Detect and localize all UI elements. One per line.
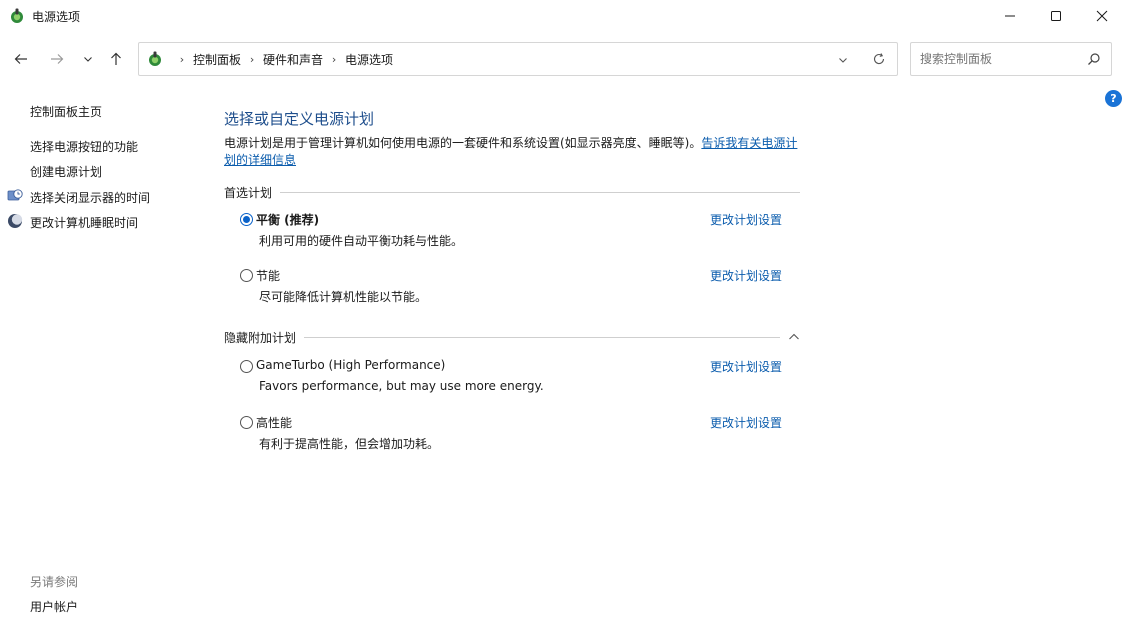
chevron-right-icon: ›: [179, 52, 185, 66]
breadcrumb-power-options[interactable]: 电源选项: [345, 51, 393, 68]
change-plan-settings-link-high-performance[interactable]: 更改计划设置: [710, 414, 782, 431]
address-dropdown-button[interactable]: [835, 52, 851, 68]
description-text: 电源计划是用于管理计算机如何使用电源的一套硬件和系统设置(如显示器亮度、睡眠等)…: [224, 136, 702, 150]
sidebar-link-display-off-time[interactable]: 选择关闭显示器的时间: [30, 189, 150, 206]
plan-radio-high-performance[interactable]: [240, 416, 253, 429]
plan-name-power-saver[interactable]: 节能: [256, 267, 280, 284]
chevron-right-icon[interactable]: ›: [323, 53, 345, 66]
breadcrumb: › 控制面板 › 硬件和声音 › 电源选项: [171, 43, 393, 75]
sleep-moon-icon: [8, 214, 23, 228]
chevron-down-icon: [84, 57, 92, 62]
plan-radio-balanced[interactable]: [240, 213, 253, 226]
maximize-button[interactable]: [1033, 0, 1079, 32]
plan-description-balanced: 利用可用的硬件自动平衡功耗与性能。: [259, 234, 464, 248]
chevron-right-icon[interactable]: ›: [241, 53, 263, 66]
minimize-icon: [1005, 15, 1015, 17]
hidden-plans-label[interactable]: 隐藏附加计划: [224, 329, 304, 346]
arrow-up-icon: [111, 52, 121, 65]
search-box[interactable]: [910, 42, 1112, 76]
sidebar-link-power-buttons[interactable]: 选择电源按钮的功能: [30, 138, 138, 155]
plan-name-balanced[interactable]: 平衡 (推荐): [256, 211, 319, 228]
sidebar-link-create-plan[interactable]: 创建电源计划: [30, 163, 102, 180]
search-input[interactable]: [920, 52, 1080, 66]
up-button[interactable]: [104, 48, 128, 70]
breadcrumb-hardware-and-sound[interactable]: 硬件和声音: [263, 51, 323, 68]
plan-name-gameturbo[interactable]: GameTurbo (High Performance): [256, 358, 445, 372]
divider: [304, 336, 780, 338]
forward-button[interactable]: [45, 48, 69, 70]
close-icon: [1096, 10, 1108, 22]
refresh-button[interactable]: [871, 51, 887, 67]
chevron-up-icon[interactable]: [780, 332, 800, 342]
sidebar-link-sleep-time[interactable]: 更改计算机睡眠时间: [30, 214, 138, 231]
see-also-heading: 另请参阅: [30, 575, 79, 589]
arrow-left-icon: [14, 54, 27, 64]
plan-description-gameturbo: Favors performance, but may use more ene…: [259, 379, 544, 393]
plan-description-power-saver: 尽可能降低计算机性能以节能。: [259, 290, 428, 304]
divider: [280, 191, 800, 193]
refresh-icon: [873, 53, 885, 65]
plan-name-high-performance[interactable]: 高性能: [256, 414, 292, 431]
chevron-down-icon: [839, 58, 847, 63]
address-bar[interactable]: › 控制面板 › 硬件和声音 › 电源选项: [138, 42, 898, 76]
preferred-plans-header: 首选计划: [224, 185, 800, 200]
help-icon[interactable]: ?: [1105, 90, 1122, 107]
breadcrumb-control-panel[interactable]: 控制面板: [193, 51, 241, 68]
sidebar-link-user-accounts[interactable]: 用户帐户: [30, 598, 78, 615]
navigation-bar: › 控制面板 › 硬件和声音 › 电源选项: [0, 32, 1125, 86]
preferred-plans-label: 首选计划: [224, 185, 273, 200]
close-button[interactable]: [1079, 0, 1125, 32]
minimize-button[interactable]: [987, 0, 1033, 32]
sidebar-link-control-panel-home[interactable]: 控制面板主页: [30, 103, 102, 120]
page-title: 选择或自定义电源计划: [224, 110, 375, 128]
sidebar: 控制面板主页 选择电源按钮的功能 创建电源计划 选择关闭显示器的时间 更改计算机…: [0, 86, 210, 632]
plan-radio-gameturbo[interactable]: [240, 360, 253, 373]
recent-locations-button[interactable]: [76, 48, 100, 70]
change-plan-settings-link-balanced[interactable]: 更改计划设置: [710, 211, 782, 228]
search-icon[interactable]: [1087, 52, 1101, 66]
page-description: 电源计划是用于管理计算机如何使用电源的一套硬件和系统设置(如显示器亮度、睡眠等)…: [224, 135, 804, 169]
power-options-location-icon: [149, 51, 161, 66]
title-bar: 电源选项: [0, 0, 1125, 32]
back-button[interactable]: [9, 48, 33, 70]
plan-description-high-performance: 有利于提高性能，但会增加功耗。: [259, 437, 440, 451]
plan-radio-power-saver[interactable]: [240, 269, 253, 282]
arrow-right-icon: [51, 54, 64, 64]
display-clock-icon: [7, 189, 23, 201]
change-plan-settings-link-gameturbo[interactable]: 更改计划设置: [710, 358, 782, 375]
maximize-icon: [1051, 11, 1061, 21]
change-plan-settings-link-power-saver[interactable]: 更改计划设置: [710, 267, 782, 284]
window-title: 电源选项: [32, 10, 81, 24]
hidden-plans-header[interactable]: 隐藏附加计划: [224, 329, 800, 346]
power-options-app-icon: [11, 8, 23, 23]
